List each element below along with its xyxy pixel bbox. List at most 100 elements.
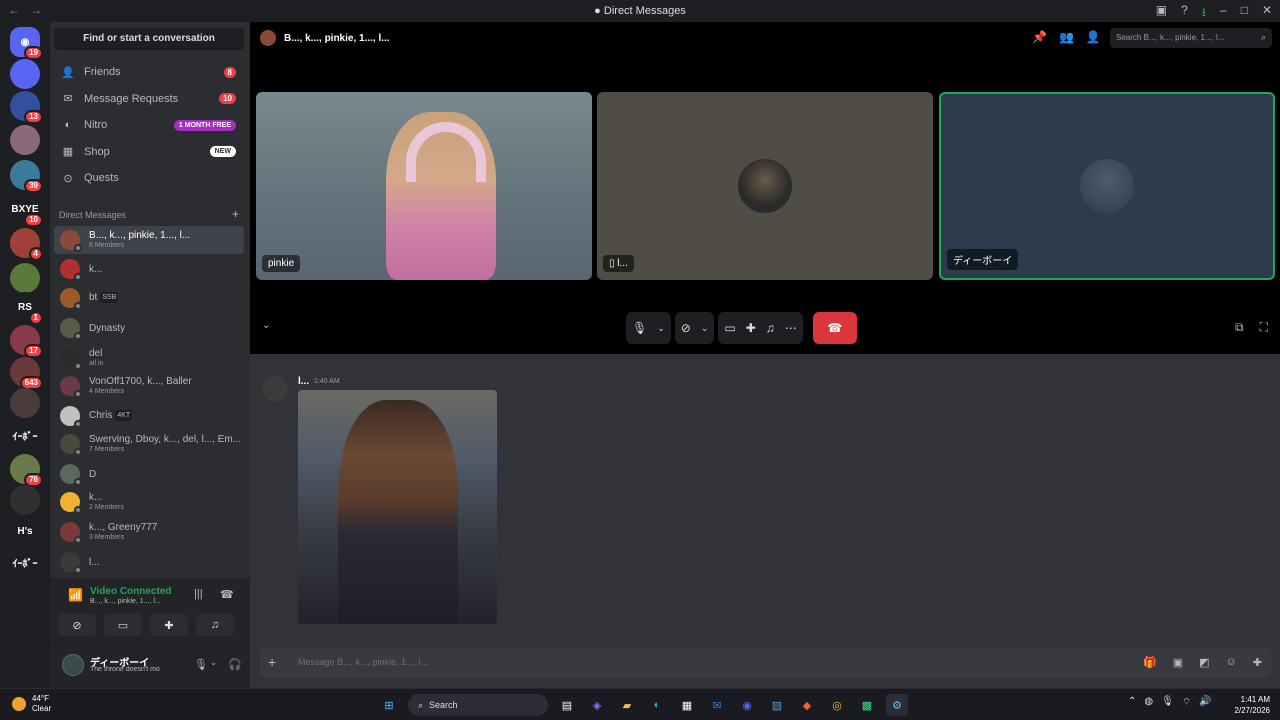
attach-plus-icon[interactable]: + [268,654,276,670]
server-icon[interactable] [10,485,40,515]
video-tile-pinkie[interactable]: pinkie [256,92,592,280]
soundboard-button[interactable]: ♫ [196,614,234,636]
message-author[interactable]: l... [298,376,309,387]
search-input[interactable]: Search B..., k..., pinkie, 1..., l... ⌕ [1110,28,1272,48]
screen-share-button[interactable]: ▭ [104,614,142,636]
mic-icon[interactable]: 🎙 [194,658,208,671]
server-icon[interactable] [10,125,40,155]
pin-icon[interactable]: 📌 [1032,30,1047,44]
sidebar-item-friends[interactable]: 👤 Friends 8 [54,60,244,84]
steam-icon[interactable]: ⚙ [886,694,908,716]
dm-item[interactable]: k..., Greeny777 3 Members [54,518,244,546]
apps-icon[interactable]: ✚ [1253,656,1262,669]
find-conversation-button[interactable]: Find or start a conversation [54,28,244,50]
server-icon[interactable]: 4 [10,228,43,261]
server-icon[interactable]: ｲｰﾎﾞｰ [10,420,40,450]
create-dm-icon[interactable]: + [232,207,239,221]
close-icon[interactable]: ✕ [1262,3,1272,24]
copilot-icon[interactable]: ◈ [586,694,608,716]
dm-item[interactable]: D [54,460,244,488]
photos-icon[interactable]: ▨ [766,694,788,716]
server-icon[interactable]: ｲｰﾎﾞｰ [10,547,40,577]
emoji-icon[interactable]: ☺ [1226,656,1237,669]
task-view-icon[interactable]: ▤ [556,694,578,716]
download-icon[interactable]: ⭳ [1202,3,1206,24]
sidebar-item-nitro[interactable]: ◐ Nitro 1 MONTH FREE [54,113,244,137]
app-icon[interactable]: ▩ [856,694,878,716]
dm-item[interactable]: k... [54,255,244,283]
mic-tray-icon[interactable]: 🎙 [1161,696,1174,709]
add-friends-icon[interactable]: 👥 [1059,30,1074,44]
noise-suppression-icon[interactable]: ||| [194,588,203,600]
video-tile-user[interactable]: ▯ l... [597,92,933,280]
soundboard-icon[interactable]: ♫ [766,321,775,335]
dm-item[interactable]: del all in [54,344,244,372]
server-icon[interactable] [10,59,40,89]
minimize-icon[interactable]: – [1220,3,1227,24]
start-icon[interactable]: ⊞ [378,694,400,716]
mic-options-icon[interactable]: ⌄ [210,658,217,667]
headphones-icon[interactable]: 🎧 [228,658,242,671]
home-button[interactable]: ◉ 19 [10,27,43,60]
leave-call-button[interactable]: ☎ [812,312,857,344]
group-name[interactable]: B..., k..., pinkie, 1..., l... [284,33,390,44]
dm-item[interactable]: bt SSB [54,284,244,312]
more-options-icon[interactable]: ⋯ [785,321,797,335]
screen-share-icon[interactable]: ▭ [724,321,735,335]
activities-icon[interactable]: ✚ [746,321,756,335]
members-icon[interactable]: 👤 [1086,30,1101,44]
mic-icon[interactable]: 🎙 [632,321,647,335]
taskbar-search[interactable]: ⌕ Search [408,694,548,716]
weather-widget[interactable]: 44°F Clear [12,694,51,714]
help-icon[interactable]: ? [1181,3,1188,24]
user-avatar[interactable] [62,654,84,676]
collapse-chevron-icon[interactable]: ⌄ [262,320,270,331]
camera-options-chevron-icon[interactable]: ⌄ [701,323,709,334]
mic-options-chevron-icon[interactable]: ⌄ [657,323,665,334]
dm-item[interactable]: VonOff1700, k..., Baller 4 Members [54,372,244,400]
dm-item[interactable]: Dynasty [54,314,244,342]
dm-item[interactable]: k... 2 Members [54,488,244,516]
gif-icon[interactable]: ▣ [1173,656,1183,669]
server-icon[interactable]: 643 [10,357,43,390]
edge-icon[interactable]: ◐ [646,694,668,716]
store-icon[interactable]: ▦ [676,694,698,716]
screen-share-icon[interactable]: ▣ [1156,3,1167,24]
activities-button[interactable]: ✚ [150,614,188,636]
sidebar-item-shop[interactable]: ▦ Shop NEW [54,140,244,164]
gift-icon[interactable]: 🎁 [1143,656,1157,669]
wifi-icon[interactable]: ⌔ [1182,696,1191,709]
server-icon[interactable]: H's [10,516,40,546]
outlook-icon[interactable]: ✉ [706,694,728,716]
discord-taskbar-icon[interactable]: ◉ [736,694,758,716]
tray-overflow-icon[interactable]: ⌃ [1128,696,1136,709]
server-icon[interactable]: 39 [10,160,43,193]
server-icon[interactable]: BXYE 10 [10,194,43,227]
pop-out-icon[interactable]: ⧉ [1235,320,1244,335]
camera-off-button[interactable]: ⊘ [58,614,96,636]
server-icon[interactable]: 76 [10,454,43,487]
disconnect-icon[interactable]: ☎ [220,588,234,601]
dm-item[interactable]: Chris 4KT [54,402,244,430]
dm-item[interactable]: l... [54,548,244,576]
sticker-icon[interactable]: ◩ [1199,656,1209,669]
dm-item[interactable]: B..., k..., pinkie, 1..., l... 6 Members [54,226,244,254]
sidebar-item-message-requests[interactable]: ✉ Message Requests 10 [54,87,244,111]
voice-channel-name[interactable]: B..., k..., pinkie, 1..., l... [90,598,161,605]
sidebar-item-quests[interactable]: ⊙ Quests [54,166,244,190]
server-icon[interactable] [10,388,40,418]
image-attachment[interactable] [298,390,497,624]
fullscreen-icon[interactable]: ⛶ [1260,320,1268,335]
dm-item[interactable]: Swerving, Dboy, k..., del, l..., Em... 7 … [54,430,244,458]
file-explorer-icon[interactable]: ▰ [616,694,638,716]
camera-off-icon[interactable]: ⊘ [681,321,691,335]
server-icon[interactable]: RS 1 [10,292,43,325]
composer-input[interactable]: Message B..., k..., pinkie, 1..., l... [298,657,428,667]
clock[interactable]: 1:41 AM 2/27/2026 [1234,694,1270,716]
message-author-avatar[interactable] [262,376,288,402]
volume-icon[interactable]: 🔊 [1199,696,1211,709]
chrome-icon[interactable]: ◎ [826,694,848,716]
server-icon[interactable]: 13 [10,91,43,124]
maximize-icon[interactable]: □ [1241,3,1248,24]
signal-icon[interactable]: 📶 [68,588,83,602]
